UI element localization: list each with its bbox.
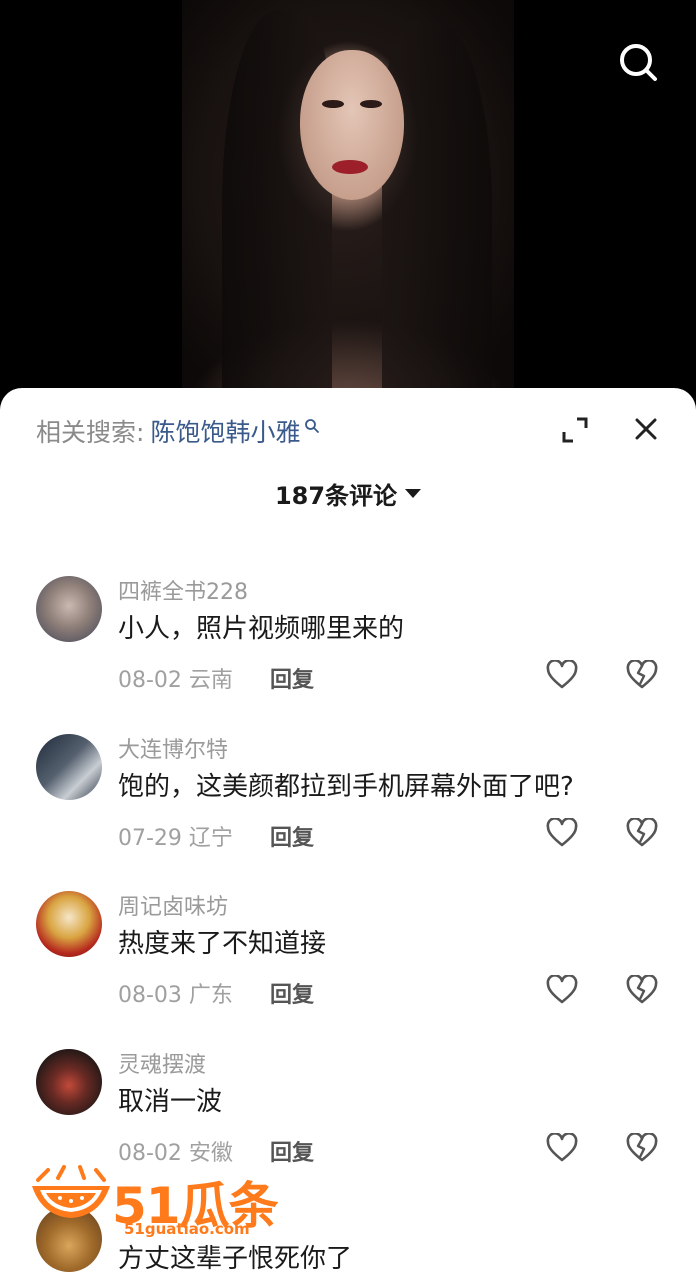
heart-icon [546, 1132, 578, 1162]
reply-button[interactable]: 回复 [270, 977, 314, 1009]
comment-username[interactable]: 四裤全书228 [118, 574, 248, 606]
video-face [300, 50, 404, 200]
video-lips [332, 160, 368, 174]
search-button[interactable] [616, 40, 660, 84]
heart-icon [546, 817, 578, 847]
comment-text[interactable]: 小人，照片视频哪里来的 [118, 608, 404, 645]
close-icon [635, 418, 657, 440]
comment-count-dropdown[interactable]: 187条评论 [0, 476, 696, 510]
comment-date-location: 08-02 安徽 [118, 1141, 233, 1166]
comment-text[interactable]: 取消一波 [118, 1081, 222, 1118]
heart-icon [546, 659, 578, 689]
reply-button[interactable]: 回复 [270, 820, 314, 852]
comment-item: 灵魂摆渡 取消一波 08-02 安徽 回复 [0, 1049, 696, 1199]
comment-item: 周记卤味坊 热度来了不知道接 08-03 广东 回复 [0, 891, 696, 1041]
reply-button[interactable]: 回复 [270, 662, 314, 694]
dislike-button[interactable] [626, 817, 658, 848]
comments-sheet: 相关搜索: 陈饱饱韩小雅 187条评论 四裤全书228 小人，照片视频哪里来的 … [0, 388, 696, 1280]
comment-date-location: 07-29 辽宁 [118, 826, 233, 851]
comment-date-location: 08-02 云南 [118, 668, 233, 693]
comment-text[interactable]: 方丈这辈子恨死你了 [118, 1238, 352, 1275]
dislike-button[interactable] [626, 974, 658, 1005]
video-eye-right [360, 100, 382, 108]
avatar[interactable] [36, 734, 102, 800]
avatar[interactable] [36, 1206, 102, 1272]
video-frame[interactable] [182, 0, 514, 400]
related-search-keyword[interactable]: 陈饱饱韩小雅 [150, 413, 300, 449]
broken-heart-icon [626, 817, 658, 847]
reply-button[interactable]: 回复 [270, 1135, 314, 1167]
heart-icon [546, 974, 578, 1004]
like-button[interactable] [546, 974, 578, 1005]
dislike-button[interactable] [626, 659, 658, 690]
expand-button[interactable] [562, 417, 588, 443]
avatar[interactable] [36, 576, 102, 642]
search-icon[interactable] [304, 418, 320, 434]
like-button[interactable] [546, 659, 578, 690]
expand-icon [562, 417, 588, 443]
video-eye-left [322, 100, 344, 108]
comment-username[interactable]: 大连博尔特 [118, 732, 228, 764]
comment-text[interactable]: 饱的，这美颜都拉到手机屏幕外面了吧? [118, 766, 574, 803]
like-button[interactable] [546, 1132, 578, 1163]
dislike-button[interactable] [626, 1132, 658, 1163]
related-search: 相关搜索: 陈饱饱韩小雅 [36, 414, 320, 448]
broken-heart-icon [626, 659, 658, 689]
comment-text[interactable]: 热度来了不知道接 [118, 923, 326, 960]
broken-heart-icon [626, 1132, 658, 1162]
comment-count: 187条评论 [274, 481, 398, 510]
comment-username[interactable]: 周记卤味坊 [118, 889, 228, 921]
search-icon [620, 44, 657, 81]
comment-item: 方丈这辈子恨死你了 [0, 1206, 696, 1280]
comment-item: 大连博尔特 饱的，这美颜都拉到手机屏幕外面了吧? 07-29 辽宁 回复 [0, 734, 696, 884]
avatar[interactable] [36, 891, 102, 957]
video-area[interactable] [0, 0, 696, 400]
comment-date-location: 08-03 广东 [118, 983, 233, 1008]
close-button[interactable] [632, 415, 660, 443]
caret-down-icon [405, 488, 422, 498]
comment-username[interactable]: 灵魂摆渡 [118, 1047, 206, 1079]
comment-item: 四裤全书228 小人，照片视频哪里来的 08-02 云南 回复 [0, 576, 696, 726]
video-hair-right [382, 20, 492, 400]
like-button[interactable] [546, 817, 578, 848]
broken-heart-icon [626, 974, 658, 1004]
related-search-label: 相关搜索: [36, 418, 145, 447]
avatar[interactable] [36, 1049, 102, 1115]
